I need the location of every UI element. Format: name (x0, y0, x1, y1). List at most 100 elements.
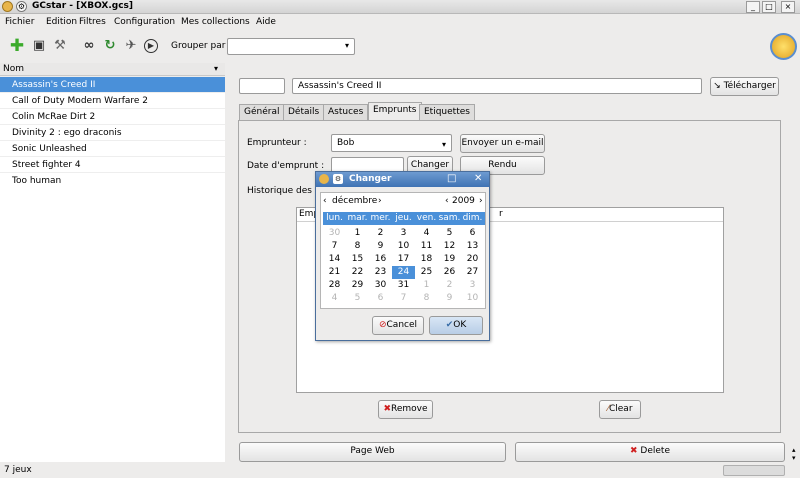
calendar-day[interactable]: 2 (369, 227, 392, 240)
calendar-day[interactable]: 8 (346, 240, 369, 253)
remove-button[interactable]: ✖Remove (378, 400, 433, 419)
tab-details[interactable]: Détails (283, 104, 325, 120)
calendar-day[interactable]: 31 (392, 279, 415, 292)
window-menu-icon[interactable]: ⚙ (16, 1, 27, 12)
minimize-button[interactable]: _ (746, 1, 760, 13)
calendar-day[interactable]: 27 (461, 266, 484, 279)
tab-general[interactable]: Général (239, 104, 285, 120)
menu-aide[interactable]: Aide (256, 17, 276, 27)
calendar-day[interactable]: 6 (461, 227, 484, 240)
menu-edition[interactable]: Edition (46, 17, 77, 27)
weekday-header: lun. mar. mer. jeu. ven. sam. dim. (323, 212, 485, 225)
dialog-close-icon[interactable]: ✕ (474, 173, 482, 184)
add-icon[interactable]: ✚ (9, 38, 25, 55)
calendar-day[interactable]: 2 (438, 279, 461, 292)
calendar-day[interactable]: 30 (369, 279, 392, 292)
calendar-day[interactable]: 6 (369, 292, 392, 305)
cancel-icon: ⊘ (378, 320, 387, 330)
search-binoculars-icon[interactable]: ∞ (81, 38, 97, 54)
menu-configuration[interactable]: Configuration (114, 17, 175, 27)
calendar-day[interactable]: 16 (369, 253, 392, 266)
calendar-day[interactable]: 10 (392, 240, 415, 253)
calendar-day[interactable]: 23 (369, 266, 392, 279)
ok-button[interactable]: ✔OK (429, 316, 483, 335)
calendar-day[interactable]: 18 (415, 253, 438, 266)
calendar-day[interactable]: 7 (323, 240, 346, 253)
calendar-day[interactable]: 3 (461, 279, 484, 292)
save-icon[interactable]: ▣ (31, 38, 47, 54)
list-item[interactable]: Street fighter 4 (0, 157, 225, 173)
calendar-day[interactable]: 8 (415, 292, 438, 305)
clear-button[interactable]: ⁄Clear (599, 400, 641, 419)
tab-emprunts[interactable]: Emprunts (368, 102, 422, 121)
calendar-day[interactable]: 24 (392, 266, 415, 279)
calendar-day[interactable]: 14 (323, 253, 346, 266)
calendar-day[interactable]: 3 (392, 227, 415, 240)
calendar-day[interactable]: 12 (438, 240, 461, 253)
calendar-day[interactable]: 1 (415, 279, 438, 292)
list-item[interactable]: Colin McRae Dirt 2 (0, 109, 225, 125)
calendar-day[interactable]: 30 (323, 227, 346, 240)
next-month-icon[interactable]: › (378, 196, 382, 206)
calendar-day[interactable]: 7 (392, 292, 415, 305)
calendar-day[interactable]: 15 (346, 253, 369, 266)
menu-fichier[interactable]: Fichier (5, 17, 34, 27)
prev-month-icon[interactable]: ‹ (323, 196, 327, 206)
calendar-day[interactable]: 20 (461, 253, 484, 266)
refresh-icon[interactable]: ↻ (102, 38, 118, 54)
prev-year-icon[interactable]: ‹ (445, 196, 449, 206)
calendar-day[interactable]: 21 (323, 266, 346, 279)
close-button[interactable]: × (781, 1, 795, 13)
calendar-day[interactable]: 25 (415, 266, 438, 279)
play-icon[interactable]: ▶ (144, 39, 158, 53)
scroll-arrows-icon[interactable]: ▴ ▾ (792, 446, 796, 462)
calendar-day[interactable]: 17 (392, 253, 415, 266)
dialog-maximize-icon[interactable]: □ (447, 173, 456, 184)
tab-astuces[interactable]: Astuces (323, 104, 369, 120)
list-item[interactable]: Sonic Unleashed (0, 141, 225, 157)
history-col-return[interactable]: r (499, 209, 503, 219)
calendar-day[interactable]: 5 (346, 292, 369, 305)
calendar-day[interactable]: 9 (438, 292, 461, 305)
chevron-down-icon: ▾ (441, 140, 446, 149)
calendar-day[interactable]: 29 (346, 279, 369, 292)
delete-button[interactable]: ✖ Delete (515, 442, 785, 462)
group-by-select[interactable]: ▾ (227, 38, 355, 55)
cancel-button[interactable]: ⊘Cancel (372, 316, 424, 335)
calendar-day[interactable]: 22 (346, 266, 369, 279)
menu-mes-collections[interactable]: Mes collections (181, 17, 250, 27)
calendar-day[interactable]: 1 (346, 227, 369, 240)
user-avatar-icon[interactable] (770, 33, 797, 60)
calendar-day[interactable]: 11 (415, 240, 438, 253)
maximize-button[interactable]: □ (762, 1, 776, 13)
calendar-day[interactable]: 28 (323, 279, 346, 292)
calendar-day[interactable]: 9 (369, 240, 392, 253)
list-item[interactable]: Too human (0, 173, 225, 189)
calendar-day[interactable]: 13 (461, 240, 484, 253)
list-header[interactable]: Nom ▾ (0, 63, 225, 76)
calendar-day[interactable]: 19 (438, 253, 461, 266)
menu-filtres[interactable]: Filtres (79, 17, 106, 27)
calendar-day[interactable]: 10 (461, 292, 484, 305)
id-field[interactable] (239, 78, 285, 94)
random-icon[interactable]: ✈ (123, 38, 139, 54)
calendar-day[interactable]: 26 (438, 266, 461, 279)
title-field[interactable]: Assassin's Creed II (292, 78, 702, 94)
send-email-button[interactable]: Envoyer un e-mail (460, 134, 545, 153)
history-label: Historique des e (247, 186, 321, 196)
calendar-day[interactable]: 5 (438, 227, 461, 240)
borrower-label: Emprunteur : (247, 138, 307, 148)
list-item[interactable]: Assassin's Creed II (0, 77, 225, 93)
web-page-button[interactable]: Page Web (239, 442, 506, 462)
download-button[interactable]: ↘ Télécharger (710, 77, 779, 96)
list-item[interactable]: Call of Duty Modern Warfare 2 (0, 93, 225, 109)
list-item[interactable]: Divinity 2 : ego draconis (0, 125, 225, 141)
settings-icon[interactable]: ⚒ (52, 38, 68, 54)
vertical-scrollbar[interactable] (790, 63, 798, 463)
calendar-day[interactable]: 4 (415, 227, 438, 240)
calendar-day[interactable]: 4 (323, 292, 346, 305)
next-year-icon[interactable]: › (479, 196, 483, 206)
borrower-select[interactable]: Bob ▾ (331, 134, 452, 152)
dialog-menu-icon[interactable]: ⚙ (333, 174, 343, 184)
tab-etiquettes[interactable]: Etiquettes (419, 104, 475, 120)
